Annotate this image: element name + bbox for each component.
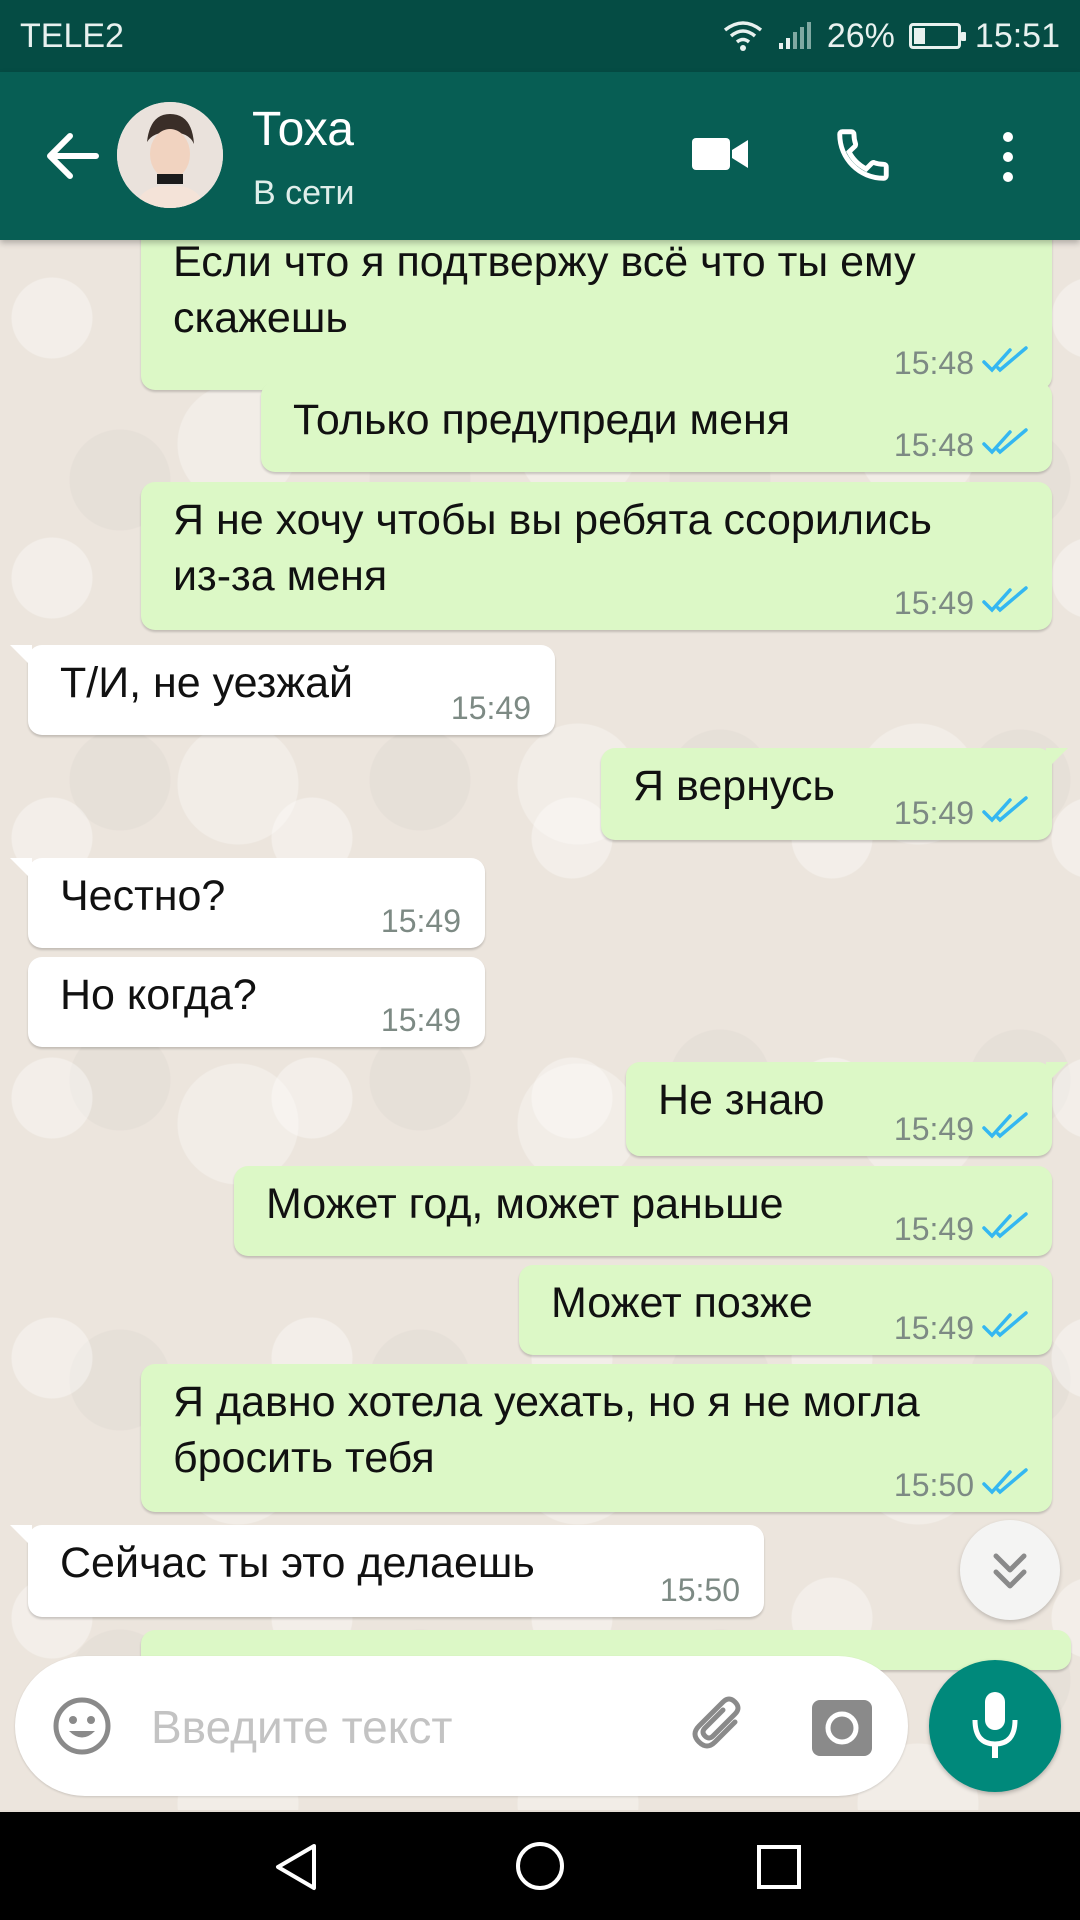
message-text: Но когда? — [60, 967, 257, 1023]
message-line: Может год, может раньше — [266, 1180, 784, 1228]
battery-icon — [908, 23, 966, 49]
message-time: 15:49 — [893, 1310, 974, 1346]
bubble-tail — [10, 858, 32, 880]
message-text: Не знаю — [658, 1072, 825, 1128]
scroll-to-bottom-button[interactable] — [960, 1520, 1060, 1620]
message-text: Только предупреди меня — [293, 392, 790, 448]
message-line: бросить тебя — [173, 1434, 435, 1482]
contact-name[interactable]: Тоха — [252, 102, 354, 157]
status-icons: 26% 15:51 — [723, 17, 1060, 56]
incoming-message[interactable]: Сейчас ты это делаешь 15:50 — [10, 1525, 764, 1617]
message-line: Не знаю — [658, 1076, 825, 1124]
read-receipt-icon — [982, 1212, 1028, 1239]
microphone-icon — [972, 1692, 1018, 1758]
read-receipt-icon — [982, 586, 1028, 613]
mic-button[interactable] — [929, 1660, 1061, 1792]
signal-icon — [778, 22, 811, 49]
nav-home-icon[interactable] — [514, 1840, 566, 1892]
chat-header: Тоха В сети — [0, 72, 1080, 240]
paperclip-icon[interactable] — [685, 1692, 751, 1758]
incoming-message[interactable]: Т/И, не уезжай 15:49 — [10, 645, 555, 735]
message-line: Но когда? — [60, 971, 257, 1019]
status-time: 15:51 — [974, 16, 1060, 55]
battery-percent: 26% — [826, 16, 895, 55]
bubble-tail — [1046, 1062, 1068, 1084]
carrier-label: TELE2 — [20, 16, 124, 55]
message-text: Может год, может раньше — [266, 1176, 784, 1232]
message-input-bar — [15, 1656, 908, 1796]
outgoing-message[interactable]: Может позже 15:49 — [519, 1265, 1052, 1355]
incoming-message[interactable]: Но когда? 15:49 — [28, 957, 485, 1047]
read-receipt-icon — [982, 1468, 1028, 1495]
message-line: из-за меня — [173, 552, 388, 600]
read-receipt-icon — [982, 346, 1028, 373]
message-time: 15:49 — [893, 585, 974, 621]
outgoing-message[interactable]: Я не хочу чтобы вы ребята ссорились из-за… — [141, 482, 1052, 630]
message-time: 15:50 — [659, 1572, 740, 1608]
message-line: Т/И, не уезжай — [60, 659, 354, 707]
avatar-photo-icon — [117, 102, 223, 208]
contact-avatar[interactable] — [117, 102, 223, 208]
nav-back-icon[interactable] — [272, 1842, 322, 1892]
message-time: 15:49 — [893, 1211, 974, 1247]
message-time: 15:49 — [380, 1002, 461, 1038]
message-text: Сейчас ты это делаешь — [60, 1535, 535, 1591]
message-line: скажешь — [173, 294, 348, 342]
message-text: Если что я подтвержу всё что ты ему скаже… — [173, 240, 916, 346]
message-time: 15:48 — [893, 427, 974, 463]
message-time: 15:49 — [450, 690, 531, 726]
video-call-icon[interactable] — [690, 132, 750, 176]
message-input[interactable] — [149, 1690, 673, 1764]
outgoing-message[interactable]: Только предупреди меня 15:48 — [261, 382, 1052, 472]
double-chevron-down-icon — [993, 1553, 1027, 1589]
phone-icon[interactable] — [832, 124, 894, 186]
message-line: Может позже — [551, 1279, 813, 1327]
message-time: 15:49 — [893, 1111, 974, 1147]
message-line: Только предупреди меня — [293, 396, 791, 444]
bubble-tail — [10, 1525, 32, 1547]
arrow-left-icon[interactable] — [40, 124, 104, 188]
outgoing-message[interactable]: Я давно хотела уехать, но я не могла брос… — [141, 1364, 1052, 1512]
nav-recent-apps-icon[interactable] — [756, 1844, 802, 1890]
emoji-icon[interactable] — [52, 1696, 112, 1756]
message-time: 15:48 — [893, 345, 974, 381]
message-line: Я давно хотела уехать, но я не могла — [173, 1378, 920, 1426]
message-time: 15:49 — [380, 903, 461, 939]
outgoing-message[interactable]: Я вернусь 15:49 — [601, 748, 1068, 840]
message-text: Я давно хотела уехать, но я не могла брос… — [173, 1374, 920, 1486]
bubble-tail — [10, 645, 32, 667]
message-time: 15:49 — [893, 795, 974, 831]
incoming-message[interactable]: Честно? 15:49 — [10, 858, 485, 948]
read-receipt-icon — [982, 428, 1028, 455]
more-options-icon[interactable] — [996, 130, 1020, 184]
message-text: Честно? — [60, 868, 225, 924]
read-receipt-icon — [982, 1311, 1028, 1338]
message-line: Честно? — [60, 872, 226, 920]
message-line: Сейчас ты это делаешь — [60, 1539, 535, 1587]
message-text: Т/И, не уезжай — [60, 655, 353, 711]
status-bar: TELE2 26% 15:51 — [0, 0, 1080, 72]
bubble-tail — [1046, 748, 1068, 770]
message-text: Я вернусь — [633, 758, 835, 814]
message-time: 15:50 — [893, 1467, 974, 1503]
camera-icon[interactable] — [810, 1698, 874, 1758]
read-receipt-icon — [982, 796, 1028, 823]
message-list[interactable]: Если что я подтвержу всё что ты ему скаже… — [0, 240, 1080, 1810]
contact-status: В сети — [253, 174, 355, 212]
navigation-bar — [0, 1812, 1080, 1920]
message-text: Может позже — [551, 1275, 813, 1331]
outgoing-message[interactable]: Может год, может раньше 15:49 — [234, 1166, 1052, 1256]
outgoing-message[interactable]: Не знаю 15:49 — [626, 1062, 1068, 1156]
message-text: Я не хочу чтобы вы ребята ссорились из-за… — [173, 492, 932, 604]
message-line: Я вернусь — [633, 762, 835, 810]
read-receipt-icon — [982, 1112, 1028, 1139]
outgoing-message[interactable]: Если что я подтвержу всё что ты ему скаже… — [141, 240, 1052, 390]
message-line: Я не хочу чтобы вы ребята ссорились — [173, 496, 932, 544]
wifi-icon — [723, 21, 762, 51]
message-line: Если что я подтвержу всё что ты ему — [173, 240, 916, 286]
